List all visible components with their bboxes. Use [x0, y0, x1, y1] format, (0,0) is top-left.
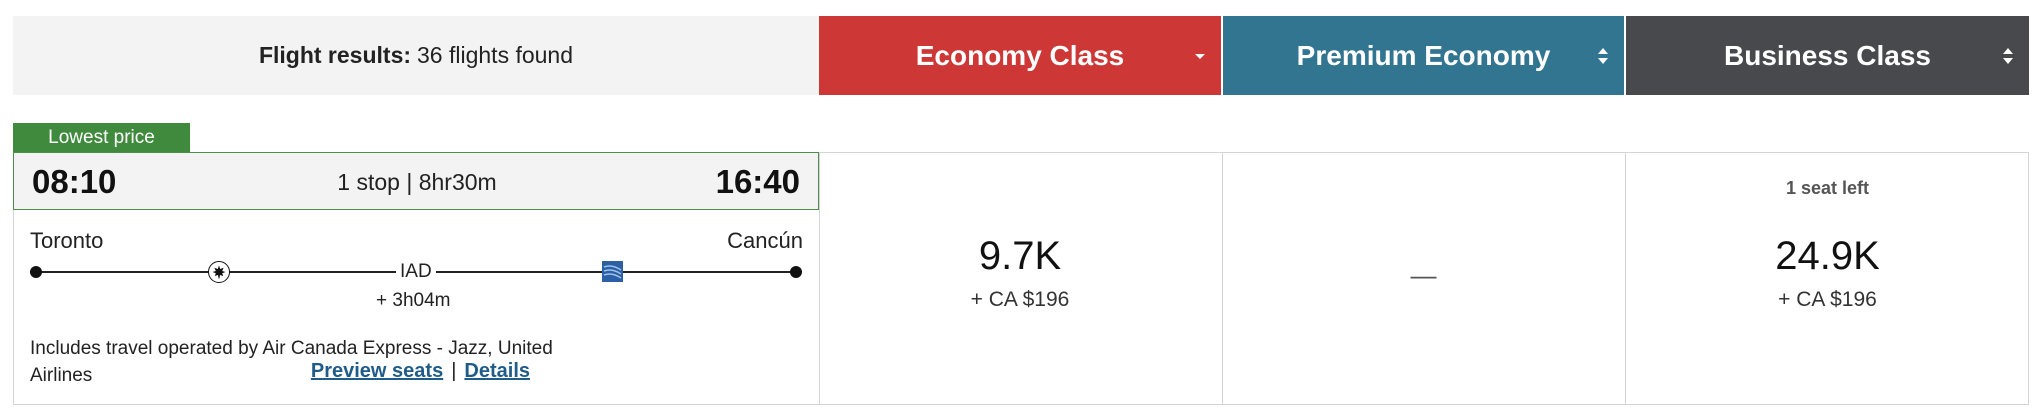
results-count: 36 flights found [417, 42, 574, 68]
preview-seats-link[interactable]: Preview seats [311, 360, 443, 382]
destination-city: Cancún [727, 228, 803, 253]
fare-cell-economy[interactable]: 9.7K + CA $196 [819, 152, 1221, 405]
layover-duration: + 3h04m [376, 290, 451, 311]
origin-dot [30, 266, 42, 278]
flight-time-bar: 1 stop | 8hr30m 08:10 16:40 [13, 152, 819, 210]
cabin-header-business[interactable]: Business Class [1626, 16, 2029, 95]
seats-left-notice: 1 seat left [1785, 178, 1870, 198]
fare-unavailable: — [1410, 260, 1437, 290]
connection-airport: IAD [396, 261, 436, 283]
cabin-header-economy[interactable]: Economy Class [819, 16, 1221, 95]
origin-city: Toronto [30, 228, 104, 253]
fare-taxes: + CA $196 [970, 288, 1070, 311]
lowest-price-badge: Lowest price [13, 123, 190, 152]
air-canada-icon [208, 261, 230, 283]
cabin-label-premium: Premium Economy [1296, 39, 1551, 71]
destination-dot [790, 266, 802, 278]
link-separator: | [451, 360, 457, 382]
flight-links: Preview seats | Details [311, 360, 530, 383]
arrival-time: 16:40 [715, 163, 800, 200]
fare-points: 9.7K [978, 234, 1062, 278]
departure-time: 08:10 [32, 163, 117, 200]
cabin-label-economy: Economy Class [915, 39, 1125, 71]
united-airlines-icon [602, 261, 623, 282]
details-link[interactable]: Details [464, 360, 530, 382]
fare-points: 24.9K [1775, 234, 1880, 278]
sort-updown-icon [1596, 44, 1610, 68]
results-label: Flight results: [258, 42, 412, 68]
fare-cell-business[interactable]: 1 seat left 24.9K + CA $196 [1626, 152, 2029, 405]
caret-down-icon [1193, 44, 1207, 68]
stops-duration: 1 stop | 8hr30m [337, 168, 497, 195]
fare-cell-premium-economy: — [1223, 152, 1624, 405]
flight-results-summary: Flight results: 36 flights found [13, 16, 819, 95]
cabin-header-premium-economy[interactable]: Premium Economy [1223, 16, 1624, 95]
cabin-label-business: Business Class [1724, 39, 1931, 71]
fare-taxes: + CA $196 [1778, 288, 1877, 311]
sort-updown-icon [2001, 44, 2015, 68]
